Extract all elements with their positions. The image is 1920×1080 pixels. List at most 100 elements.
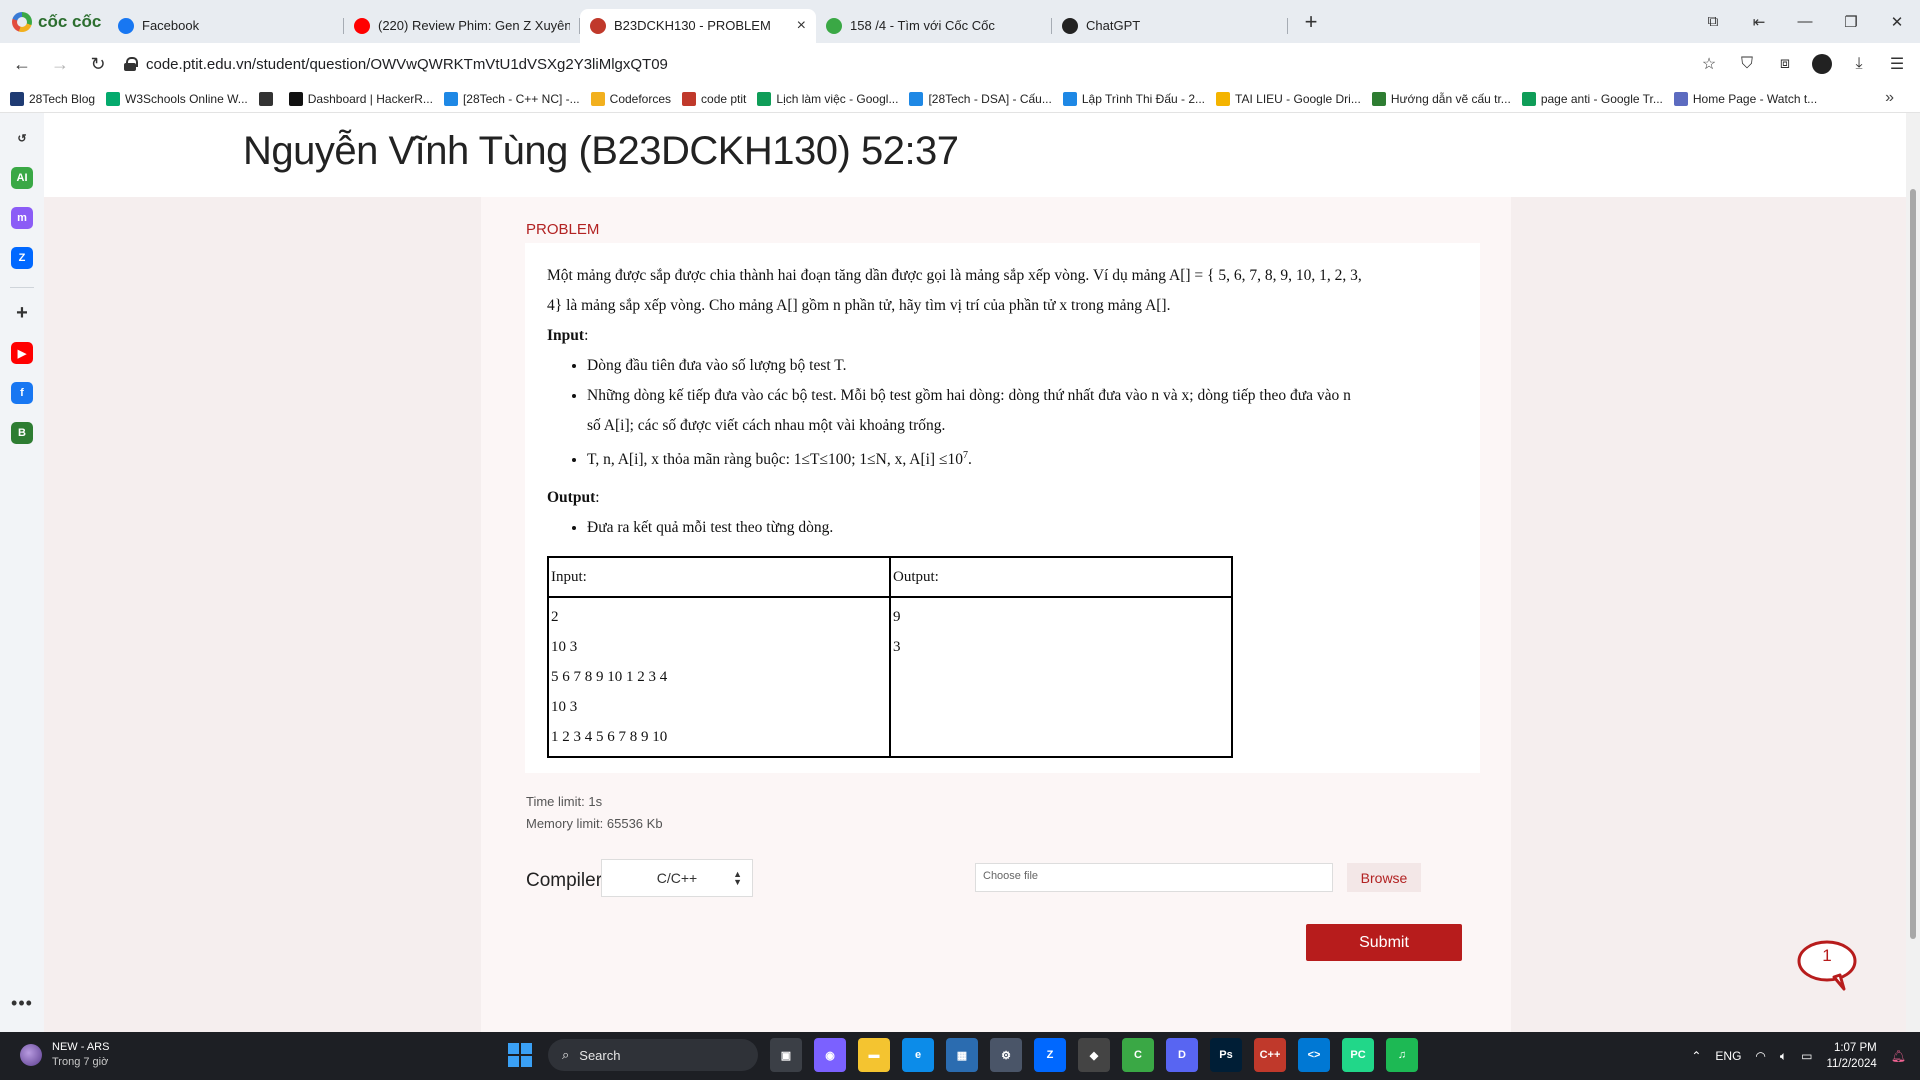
bookmark-item[interactable]: Home Page - Watch t... (1673, 91, 1817, 106)
photoshop-icon[interactable]: Ps (1210, 1038, 1242, 1072)
tab-search-icon[interactable]: ⧉ (1690, 13, 1736, 30)
bookmark-label: 28Tech Blog (29, 91, 96, 106)
language-indicator[interactable]: ENG (1715, 1049, 1741, 1063)
menu-icon[interactable]: ☰ (1886, 54, 1908, 74)
table-header-output: Output: (889, 556, 1233, 598)
browser-tab[interactable]: Facebook (108, 9, 344, 43)
back-button[interactable]: ← (6, 54, 38, 75)
zalo-icon[interactable]: Z (11, 247, 33, 269)
scrollbar-thumb[interactable] (1910, 189, 1916, 939)
chat-bubble[interactable]: 1 (1796, 939, 1858, 991)
browser-tab[interactable]: 158 /4 - Tìm với Cốc Cốc (816, 9, 1052, 43)
weather-widget[interactable]: NEW - ARS Trong 7 giờ (20, 1040, 109, 1070)
browser-tab[interactable]: B23DCKH130 - PROBLEM × (580, 8, 816, 43)
bookmark-item[interactable]: [28Tech - DSA] - Cấu... (909, 91, 1052, 106)
bookmark-item[interactable]: Lịch làm việc - Googl... (757, 91, 898, 106)
table-line: 2 (551, 609, 559, 625)
shield-icon[interactable]: ⛉ (1736, 55, 1758, 73)
minimize-button[interactable]: — (1782, 13, 1828, 30)
weather-icon (20, 1044, 42, 1066)
address-bar[interactable]: code.ptit.edu.vn/student/question/OWVwQW… (124, 48, 1698, 80)
bookmark-favicon-icon (1371, 91, 1386, 106)
folder-icon[interactable]: ▬ (858, 1038, 890, 1072)
browser-tab[interactable]: (220) Review Phim: Gen Z Xuyên K (344, 9, 580, 43)
bookmarks-overflow-icon[interactable]: » (1885, 89, 1894, 107)
bookmark-item[interactable]: Dashboard | HackerR... (288, 91, 433, 106)
clock-date: 11/2/2024 (1826, 1058, 1877, 1070)
weather-subtitle: Trong 7 giờ (52, 1056, 109, 1068)
table-line: 10 3 (551, 699, 578, 715)
file-explorer-icon[interactable]: ▣ (770, 1038, 802, 1072)
unity-icon[interactable]: ◆ (1078, 1038, 1110, 1072)
discord-icon[interactable]: D (1166, 1038, 1198, 1072)
store-icon[interactable]: ▦ (946, 1038, 978, 1072)
submit-button[interactable]: Submit (1306, 924, 1462, 961)
statement-line-1: Một mảng được sắp được chia thành hai đo… (547, 267, 1362, 284)
add-sidebar-app-icon[interactable]: + (11, 302, 33, 324)
pycharm-icon[interactable]: PC (1342, 1038, 1374, 1072)
sidebar-more-icon[interactable]: ••• (11, 993, 33, 1014)
download-icon[interactable]: ⤓ (1848, 55, 1870, 73)
vscode-icon[interactable]: <> (1298, 1038, 1330, 1072)
back-history-icon[interactable]: ⇤ (1736, 13, 1782, 31)
close-tab-icon[interactable]: × (797, 17, 806, 35)
start-button[interactable] (504, 1038, 536, 1072)
bookmark-item[interactable]: 28Tech Blog (10, 91, 96, 106)
bookmark-item[interactable] (258, 91, 278, 106)
close-window-button[interactable]: ✕ (1874, 13, 1920, 31)
wifi-icon[interactable]: ◠ (1755, 1049, 1765, 1063)
history-icon[interactable]: ↺ (11, 127, 33, 149)
browser-tab[interactable]: ChatGPT (1052, 9, 1288, 43)
edge-icon[interactable]: e (902, 1038, 934, 1072)
tab-title: 158 /4 - Tìm với Cốc Cốc (850, 18, 995, 33)
bookmark-star-icon[interactable]: ☆ (1698, 54, 1720, 74)
bookmark-item[interactable]: Hướng dẫn vẽ cấu tr... (1371, 91, 1511, 106)
volume-icon[interactable]: 🔈︎ (1780, 1049, 1787, 1064)
coccoc-icon[interactable]: C (1122, 1038, 1154, 1072)
memory-limit: Memory limit: 65536 Kb (526, 816, 663, 831)
browser-logo[interactable]: cốc cốc (0, 11, 108, 32)
bookmark-item[interactable]: [28Tech - C++ NC] -... (443, 91, 580, 106)
page-header: Nguyễn Vĩnh Tùng (B23DCKH130) 52:37 (44, 113, 1906, 197)
clock[interactable]: 1:07 PM 11/2/2024 (1826, 1040, 1876, 1072)
new-tab-button[interactable]: + (1296, 9, 1326, 35)
profile-avatar[interactable] (1812, 54, 1832, 74)
bookmark-item[interactable]: Codeforces (590, 91, 671, 106)
page-scrollbar[interactable] (1906, 113, 1920, 1032)
battery-icon[interactable]: ▭ (1801, 1049, 1812, 1063)
reload-button[interactable]: ↻ (82, 54, 114, 75)
tab-title: B23DCKH130 - PROBLEM (614, 18, 771, 33)
compiler-label: Compiler (526, 870, 603, 891)
facebook-icon[interactable]: f (11, 382, 33, 404)
tray-overflow-icon[interactable]: ⌃ (1691, 1049, 1701, 1063)
sidebar-divider (10, 287, 34, 288)
bookmark-favicon-icon (682, 91, 697, 106)
extensions-icon[interactable]: ⧈ (1774, 55, 1796, 73)
file-input[interactable]: Choose file (975, 863, 1333, 892)
devcpp-icon[interactable]: C++ (1254, 1038, 1286, 1072)
restore-button[interactable]: ❐ (1828, 13, 1874, 31)
messenger-icon[interactable]: m (11, 207, 33, 229)
url-text[interactable]: code.ptit.edu.vn/student/question/OWVwQW… (146, 56, 668, 73)
taskbar-search[interactable]: ⌕ Search (548, 1039, 758, 1071)
bookmark-item[interactable]: code ptit (682, 91, 746, 106)
compiler-select[interactable]: C/C++ ▲ ▼ (601, 859, 753, 897)
bookmark-item[interactable]: page anti - Google Tr... (1521, 91, 1663, 106)
notification-bell-icon[interactable]: 🔔︎ (1891, 1049, 1906, 1063)
bookmark-item[interactable]: W3Schools Online W... (106, 91, 248, 106)
forward-button[interactable]: → (44, 54, 76, 75)
browser-toolbar: ← → ↻ code.ptit.edu.vn/student/question/… (0, 43, 1920, 85)
copilot-icon[interactable]: ◉ (814, 1038, 846, 1072)
bookmark-label: Hướng dẫn vẽ cấu tr... (1390, 91, 1511, 106)
browse-button[interactable]: Browse (1347, 863, 1421, 892)
bookmark-item[interactable]: Lập Trình Thi Đấu - 2... (1062, 91, 1205, 106)
settings-icon[interactable]: ⚙ (990, 1038, 1022, 1072)
bookmark-favicon-icon (258, 91, 273, 106)
book-icon[interactable]: B (11, 422, 33, 444)
ai-icon[interactable]: AI (11, 167, 33, 189)
coccoc-search-icon (826, 17, 842, 34)
bookmark-item[interactable]: TAI LIEU - Google Dri... (1216, 91, 1361, 106)
zalo-icon[interactable]: Z (1034, 1038, 1066, 1072)
spotify-icon[interactable]: ♫ (1386, 1038, 1418, 1072)
youtube-icon[interactable]: ▶ (11, 342, 33, 364)
